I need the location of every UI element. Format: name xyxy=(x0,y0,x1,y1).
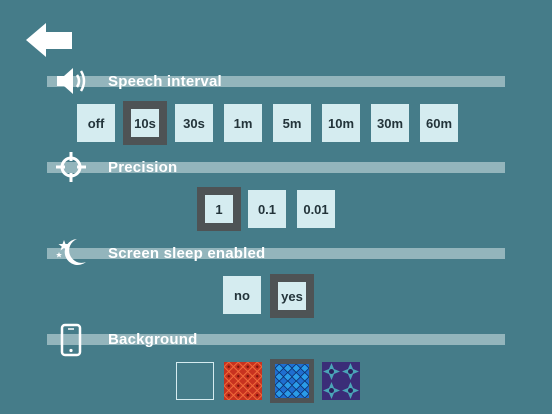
speech-option-1m[interactable]: 1m xyxy=(224,104,262,142)
background-option-purple-star-pattern[interactable] xyxy=(322,362,360,400)
sleep-option-no[interactable]: no xyxy=(223,276,261,314)
speech-option-30m[interactable]: 30m xyxy=(371,104,409,142)
speaker-icon xyxy=(55,66,89,101)
speech-option-10m[interactable]: 10m xyxy=(322,104,360,142)
phone-icon xyxy=(60,323,82,362)
back-arrow-icon xyxy=(26,23,72,57)
section-title-speech: Speech interval xyxy=(108,73,222,90)
precision-option-1[interactable]: 1 xyxy=(197,187,241,231)
moon-stars-icon xyxy=(55,236,89,273)
speech-option-off[interactable]: off xyxy=(77,104,115,142)
speech-option-10s[interactable]: 10s xyxy=(123,101,167,145)
section-title-sleep: Screen sleep enabled xyxy=(108,245,266,262)
section-title-precision: Precision xyxy=(108,159,178,176)
background-option-plain[interactable] xyxy=(176,362,214,400)
precision-option-0.1[interactable]: 0.1 xyxy=(248,190,286,228)
section-title-background: Background xyxy=(108,331,198,348)
precision-option-0.01[interactable]: 0.01 xyxy=(297,190,335,228)
speech-option-30s[interactable]: 30s xyxy=(175,104,213,142)
back-button[interactable] xyxy=(26,22,74,58)
crosshair-icon xyxy=(55,151,87,188)
sleep-option-yes[interactable]: yes xyxy=(270,274,314,318)
background-option-blue-pattern[interactable] xyxy=(270,359,314,403)
speech-option-60m[interactable]: 60m xyxy=(420,104,458,142)
speech-option-5m[interactable]: 5m xyxy=(273,104,311,142)
background-option-red-pattern[interactable] xyxy=(224,362,262,400)
